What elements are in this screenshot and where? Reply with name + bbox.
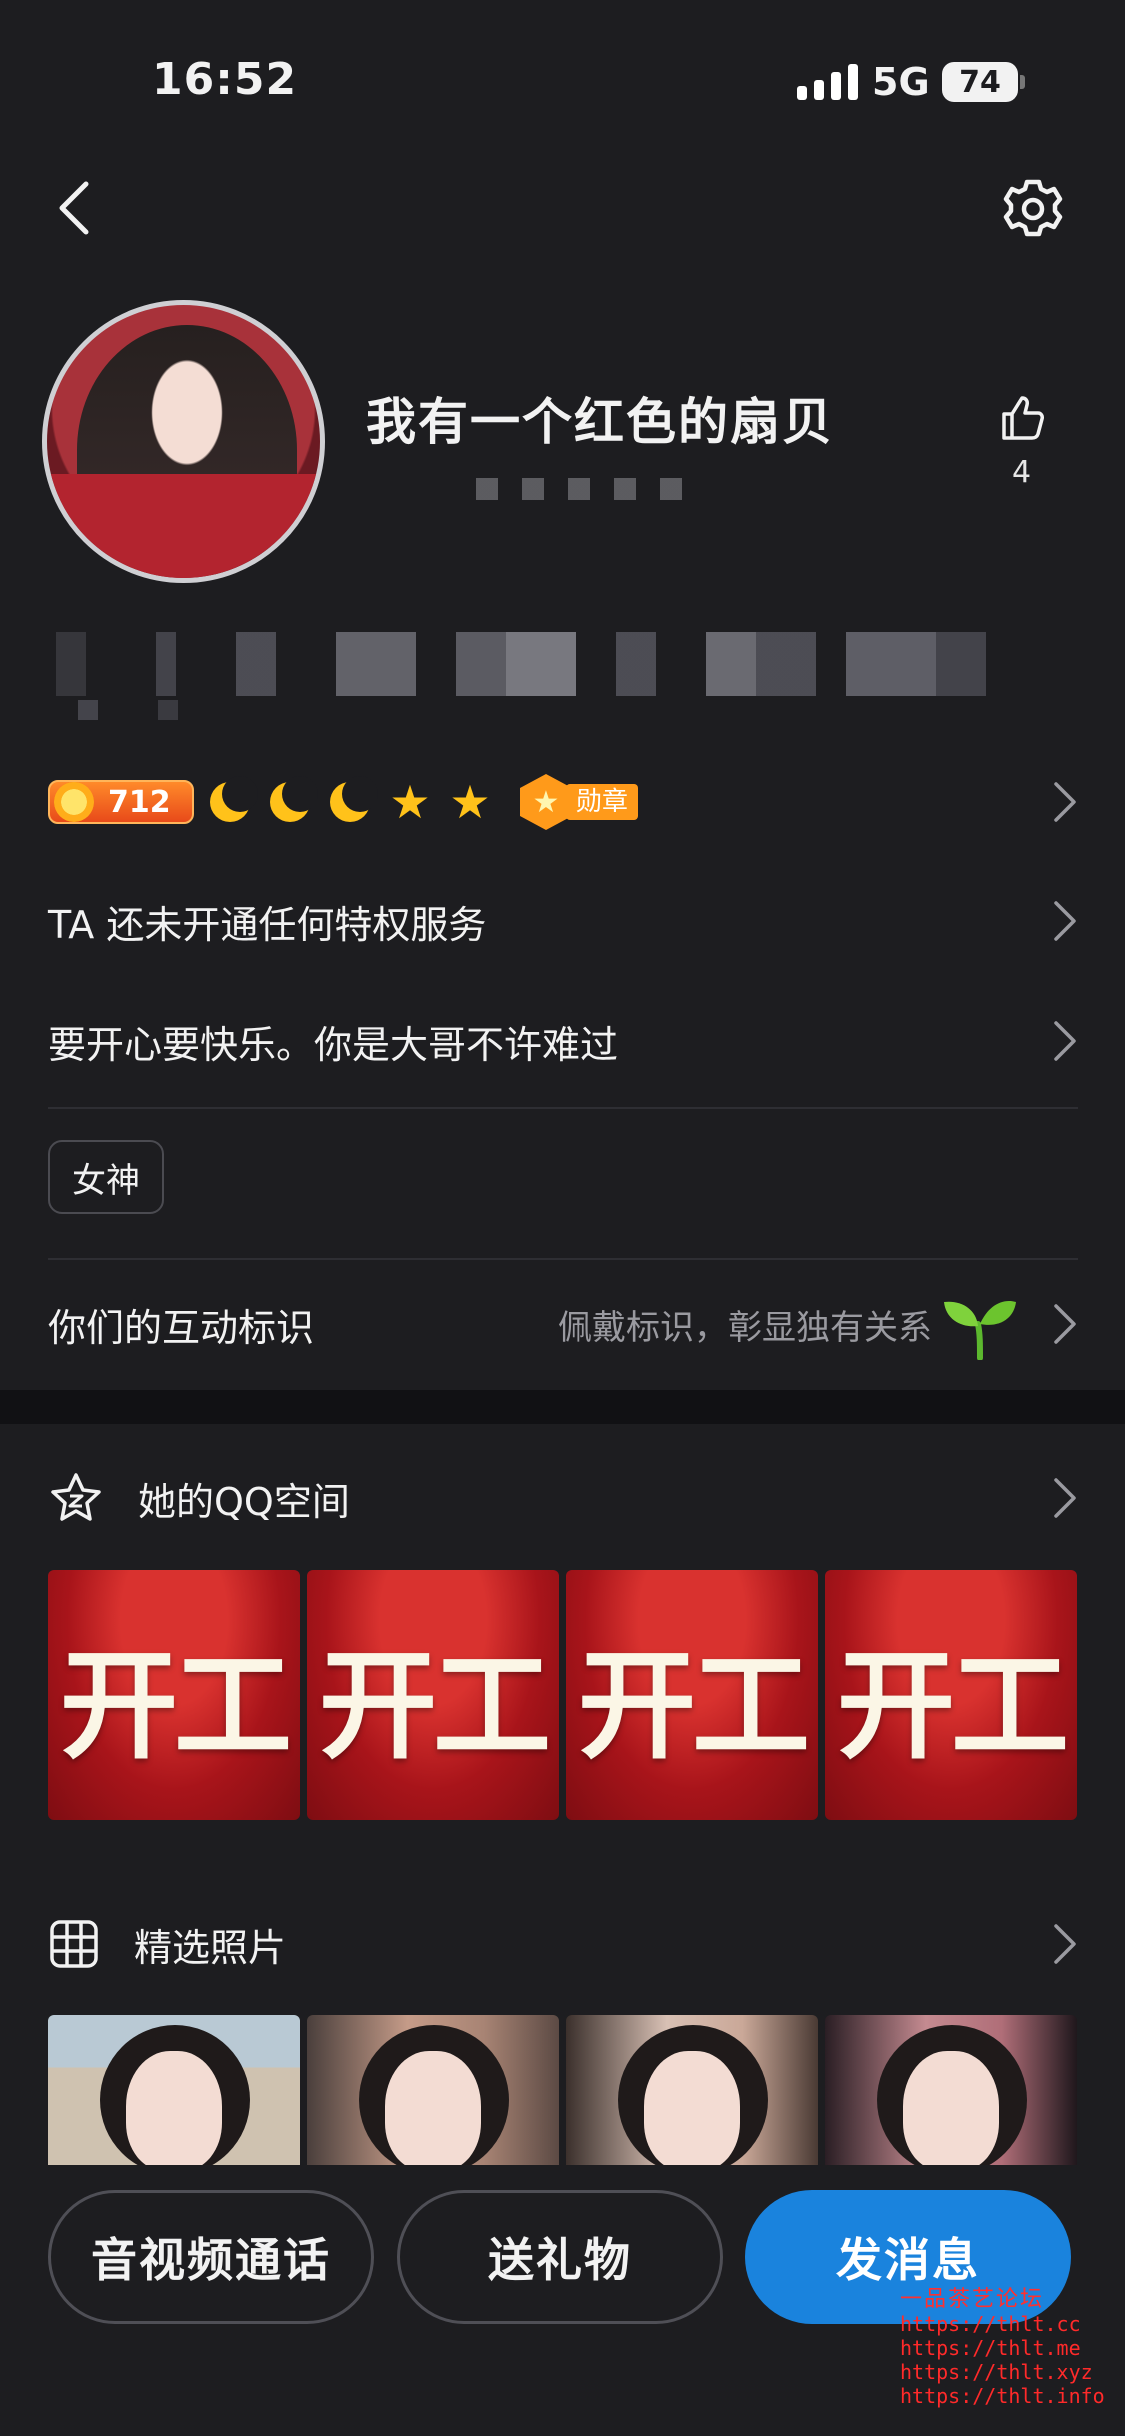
post-text: 开工 — [577, 1636, 810, 1775]
battery-icon: 74 — [942, 62, 1018, 102]
medal-star-icon: ★ — [520, 774, 572, 830]
back-icon[interactable] — [50, 178, 100, 238]
like-count: 4 — [1012, 455, 1032, 490]
blurred-info — [476, 478, 684, 500]
av-call-button[interactable]: 音视频通话 — [48, 2190, 374, 2324]
thumbs-up-icon[interactable] — [998, 392, 1048, 442]
chevron-right-icon — [1054, 782, 1076, 822]
qzone-thumbnails: 开工 开工 开工 开工 — [48, 1570, 1078, 1820]
moon-icon — [326, 776, 378, 826]
chevron-right-icon — [1054, 1478, 1076, 1518]
post-text: 开工 — [318, 1636, 551, 1775]
qzone-post[interactable]: 开工 — [825, 1570, 1077, 1820]
qzone-star-icon — [51, 1473, 101, 1521]
photos-title: 精选照片 — [134, 1925, 287, 1970]
watermark: 一品茶艺论坛 https://thlt.cc https://thlt.me h… — [900, 2287, 1105, 2409]
level-value: 712 — [108, 784, 171, 820]
star-icon: ★ — [449, 775, 491, 829]
level-chip: 712 — [48, 780, 194, 824]
status-time: 16:52 — [152, 54, 298, 105]
nickname: 我有一个红色的扇贝 — [366, 393, 834, 451]
medal-label: 勋章 — [566, 784, 639, 820]
privilege-text: TA 还未开通任何特权服务 — [48, 902, 487, 947]
photo-thumbnail[interactable] — [566, 2015, 818, 2165]
chevron-right-icon — [1054, 1304, 1076, 1344]
interaction-hint: 佩戴标识，彰显独有关系 — [558, 1307, 932, 1348]
qzone-post[interactable]: 开工 — [566, 1570, 818, 1820]
chevron-right-icon — [1054, 1021, 1076, 1061]
network-label: 5G — [872, 60, 930, 104]
blurred-detail — [56, 632, 1066, 696]
watermark-line: https://thlt.info — [900, 2384, 1105, 2408]
qzone-post[interactable]: 开工 — [48, 1570, 300, 1820]
divider — [48, 1107, 1078, 1109]
star-icon: ★ — [389, 775, 431, 829]
moon-icon — [206, 776, 258, 826]
battery-nub — [1020, 75, 1025, 89]
privilege-row[interactable]: TA 还未开通任何特权服务 — [48, 893, 1078, 949]
grid-icon — [50, 1920, 98, 1968]
featured-photos — [48, 2015, 1078, 2165]
watermark-line: https://thlt.me — [900, 2336, 1081, 2360]
signature-row[interactable]: 要开心要快乐。你是大哥不许难过 — [48, 1013, 1078, 1069]
photo-thumbnail[interactable] — [307, 2015, 559, 2165]
watermark-line: https://thlt.cc — [900, 2312, 1081, 2336]
gear-icon[interactable] — [1000, 176, 1066, 242]
watermark-title: 一品茶艺论坛 — [900, 2287, 1045, 2312]
section-separator — [0, 1390, 1125, 1424]
qzone-header[interactable]: 她的QQ空间 — [48, 1466, 1078, 1530]
medal-badge: ★ 勋章 — [520, 774, 639, 830]
photo-thumbnail[interactable] — [825, 2015, 1077, 2165]
chevron-right-icon — [1054, 901, 1076, 941]
sun-icon — [54, 782, 94, 822]
blurred-detail-2 — [78, 700, 188, 720]
send-gift-button[interactable]: 送礼物 — [397, 2190, 723, 2324]
chevron-right-icon — [1054, 1924, 1076, 1964]
watermark-line: https://thlt.xyz — [900, 2360, 1093, 2384]
interaction-mark-row[interactable]: 你们的互动标识 佩戴标识，彰显独有关系 — [48, 1294, 1078, 1360]
interaction-label: 你们的互动标识 — [48, 1305, 315, 1350]
moon-icon — [266, 776, 318, 826]
qzone-post[interactable]: 开工 — [307, 1570, 559, 1820]
qzone-title: 她的QQ空间 — [138, 1479, 350, 1524]
divider — [48, 1258, 1078, 1260]
signature-text: 要开心要快乐。你是大哥不许难过 — [48, 1022, 619, 1067]
post-text: 开工 — [59, 1636, 292, 1775]
badges-row[interactable]: 712 ★ ★ ★ 勋章 — [48, 772, 1078, 832]
profile-tag[interactable]: 女神 — [48, 1140, 164, 1214]
photo-thumbnail[interactable] — [48, 2015, 300, 2165]
photos-header[interactable]: 精选照片 — [48, 1912, 1078, 1976]
avatar[interactable] — [42, 300, 325, 583]
signal-icon — [797, 64, 858, 100]
post-text: 开工 — [836, 1636, 1069, 1775]
sprout-icon — [944, 1300, 1016, 1360]
